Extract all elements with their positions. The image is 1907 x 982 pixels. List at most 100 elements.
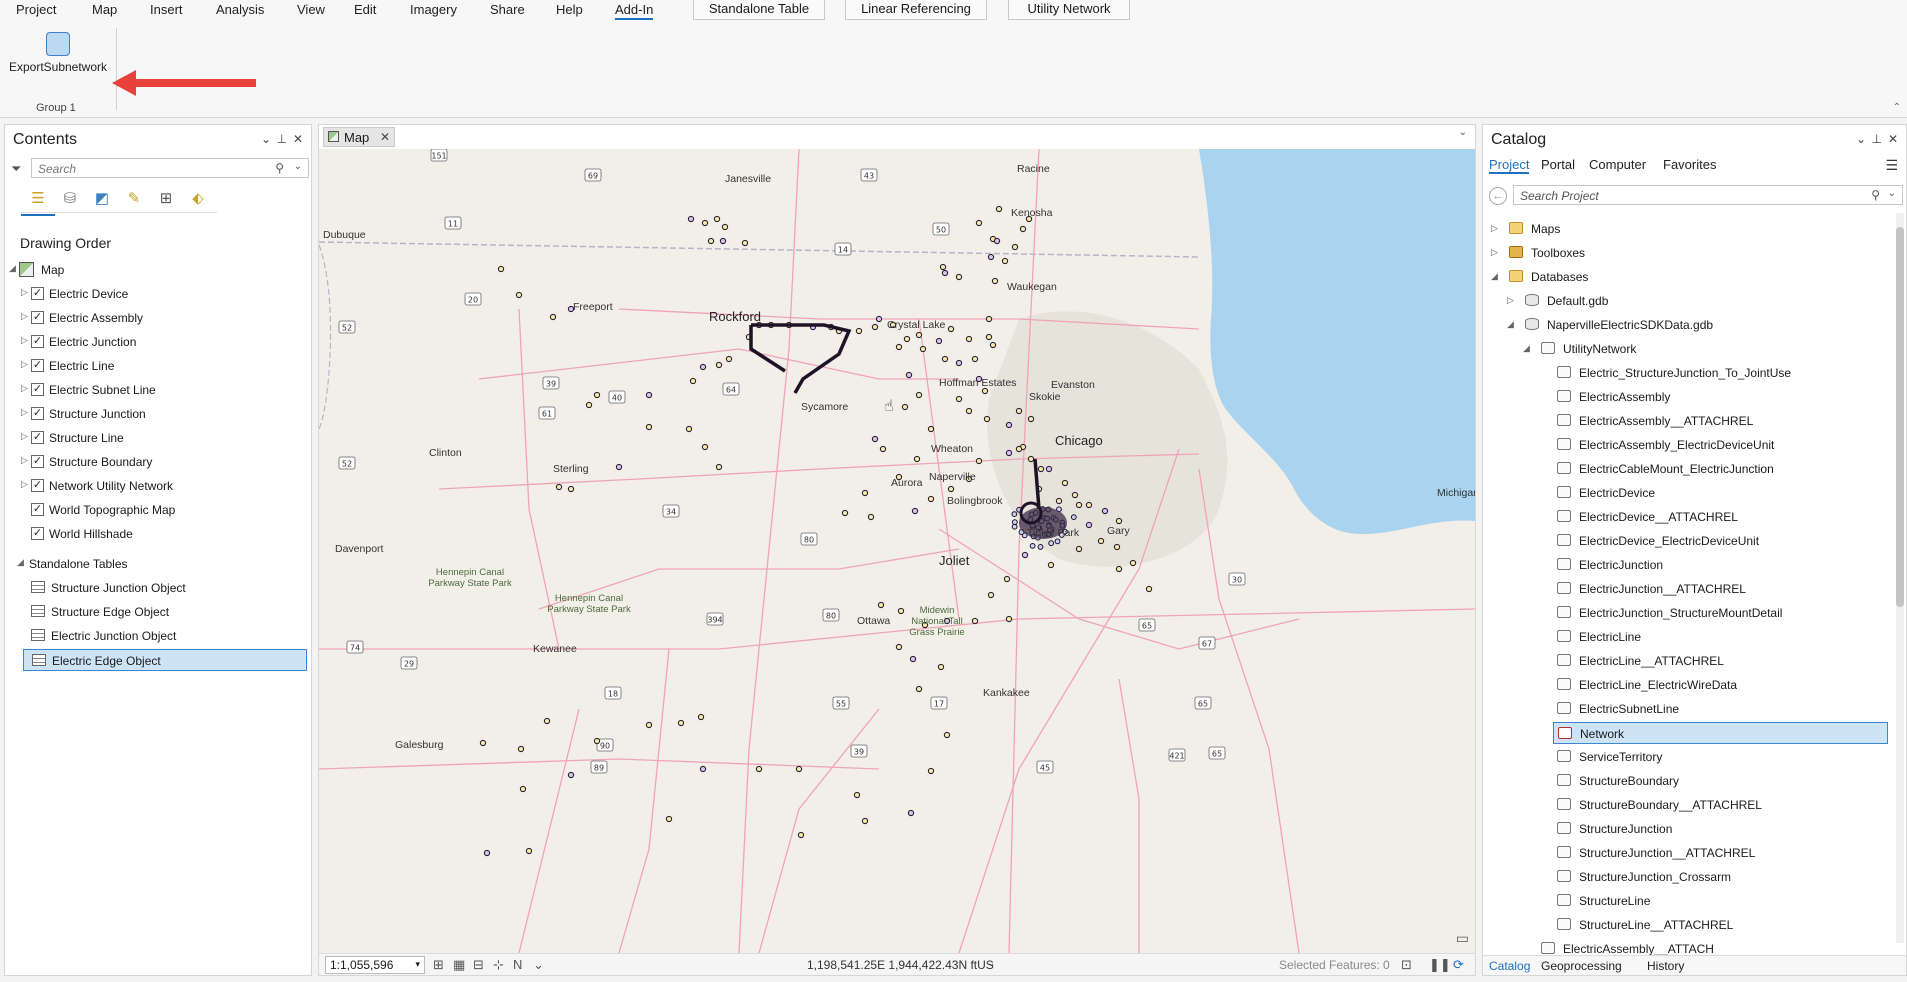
catalog-item[interactable]: StructureBoundary__ATTACHREL xyxy=(1483,794,1893,816)
expand-icon[interactable]: ▷ xyxy=(21,287,28,298)
catalog-item[interactable]: ElectricLine xyxy=(1483,626,1893,648)
pin-icon[interactable]: ⊥ xyxy=(1872,132,1882,146)
hamburger-menu-icon[interactable]: ☰ xyxy=(1885,157,1898,174)
layer-row[interactable]: ✓ World Hillshade xyxy=(5,523,311,545)
catalog-item[interactable]: ◢ Databases xyxy=(1483,266,1893,288)
list-by-selection-icon[interactable]: ◩ xyxy=(91,189,113,211)
catalog-tab-computer[interactable]: Computer xyxy=(1589,157,1646,172)
expand-icon[interactable]: ▷ xyxy=(21,383,28,394)
catalog-item[interactable]: ElectricDevice xyxy=(1483,482,1893,504)
bottom-tab-geoprocessing[interactable]: Geoprocessing xyxy=(1541,959,1622,973)
tab-imagery[interactable]: Imagery xyxy=(410,2,457,17)
layer-row[interactable]: ▷ ✓ Structure Line xyxy=(5,427,311,449)
standalone-table-row[interactable]: Electric Edge Object xyxy=(23,649,307,671)
list-by-drawing-order-icon[interactable]: ☰ xyxy=(27,189,49,211)
catalog-item[interactable]: StructureJunction__ATTACHREL xyxy=(1483,842,1893,864)
list-by-editing-icon[interactable]: ✎ xyxy=(123,189,145,211)
catalog-item[interactable]: ElectricSubnetLine xyxy=(1483,698,1893,720)
catalog-item[interactable]: ▷ Toolboxes xyxy=(1483,242,1893,264)
layer-visibility-checkbox[interactable]: ✓ xyxy=(31,287,44,300)
tab-linear-referencing[interactable]: Linear Referencing xyxy=(845,0,987,20)
expand-icon[interactable]: ▷ xyxy=(1491,223,1498,234)
close-icon[interactable]: ✕ xyxy=(293,132,303,146)
scrollbar-thumb[interactable] xyxy=(1896,227,1904,607)
layer-visibility-checkbox[interactable]: ✓ xyxy=(31,407,44,420)
catalog-item[interactable]: ◢ NapervilleElectricSDKData.gdb xyxy=(1483,314,1893,336)
layer-visibility-checkbox[interactable]: ✓ xyxy=(31,479,44,492)
layer-row[interactable]: ▷ ✓ Electric Line xyxy=(5,355,311,377)
catalog-item[interactable]: Electric_StructureJunction_To_JointUse xyxy=(1483,362,1893,384)
expand-icon[interactable]: ▷ xyxy=(1507,295,1514,306)
expand-icon[interactable]: ▷ xyxy=(21,479,28,490)
expand-icon[interactable]: ▷ xyxy=(21,455,28,466)
catalog-item[interactable]: StructureLine__ATTACHREL xyxy=(1483,914,1893,936)
catalog-item[interactable]: ElectricLine_ElectricWireData xyxy=(1483,674,1893,696)
snapping-icon[interactable]: ⊹ xyxy=(493,957,504,973)
catalog-item[interactable]: StructureBoundary xyxy=(1483,770,1893,792)
map-tools-icon[interactable]: ▭ xyxy=(1456,930,1469,947)
catalog-tab-portal[interactable]: Portal xyxy=(1541,157,1575,172)
layer-row[interactable]: ▷ ✓ Electric Device xyxy=(5,283,311,305)
catalog-item[interactable]: ◢ UtilityNetwork xyxy=(1483,338,1893,360)
layer-row[interactable]: ▷ ✓ Network Utility Network xyxy=(5,475,311,497)
search-icon[interactable]: ⚲ xyxy=(275,161,284,175)
catalog-item[interactable]: ▷ Default.gdb xyxy=(1483,290,1893,312)
tab-edit[interactable]: Edit xyxy=(354,2,376,17)
layer-row[interactable]: ▷ ✓ Structure Boundary xyxy=(5,451,311,473)
catalog-item[interactable]: Network xyxy=(1553,722,1888,744)
filter-icon[interactable]: ⏷ xyxy=(11,161,21,177)
catalog-item[interactable]: ElectricJunction xyxy=(1483,554,1893,576)
tab-analysis[interactable]: Analysis xyxy=(216,2,264,17)
expand-icon[interactable]: ▷ xyxy=(21,335,28,346)
export-subnetwork-button[interactable]: ExportSubnetwork xyxy=(6,28,110,86)
list-by-snapping-icon[interactable]: ⊞ xyxy=(155,189,177,211)
layer-row[interactable]: ▷ ✓ Structure Junction xyxy=(5,403,311,425)
expand-icon[interactable]: ◢ xyxy=(9,263,16,274)
map-view-tab[interactable]: Map ✕ xyxy=(323,127,395,147)
list-by-labeling-icon[interactable]: ⬖ xyxy=(187,189,209,211)
collapse-ribbon-icon[interactable]: ⌃ xyxy=(1893,102,1901,113)
refresh-icon[interactable]: ⟳ xyxy=(1453,957,1464,973)
bottom-tab-catalog[interactable]: Catalog xyxy=(1489,959,1530,973)
tab-standalone-table[interactable]: Standalone Table xyxy=(693,0,825,20)
map-canvas[interactable]: 151 69 43 11 14 50 20 52 39 64 40 61 52 34 80 80 30 394 65… xyxy=(319,149,1475,953)
standalone-table-row[interactable]: Structure Junction Object xyxy=(5,577,311,599)
chevron-down-icon[interactable]: ⌄ xyxy=(1888,188,1896,199)
standalone-table-row[interactable]: Electric Junction Object xyxy=(5,625,311,647)
tab-project[interactable]: Project xyxy=(16,2,56,17)
tab-view[interactable]: View xyxy=(297,2,325,17)
layer-row[interactable]: ✓ World Topographic Map xyxy=(5,499,311,521)
catalog-search-input[interactable]: Search Project ⚲ ⌄ xyxy=(1513,185,1903,205)
close-icon[interactable]: ✕ xyxy=(380,130,390,144)
scale-selector[interactable]: 1:1,055,596 ▾ xyxy=(325,956,425,974)
contents-search-input[interactable]: Search ⚲ ⌄ xyxy=(31,158,309,178)
catalog-item[interactable]: ElectricLine__ATTACHREL xyxy=(1483,650,1893,672)
layer-visibility-checkbox[interactable]: ✓ xyxy=(31,335,44,348)
list-by-source-icon[interactable]: ⛁ xyxy=(59,189,81,211)
tab-insert[interactable]: Insert xyxy=(150,2,183,17)
standalone-tables-node[interactable]: ◢ Standalone Tables xyxy=(5,553,311,575)
layer-row[interactable]: ▷ ✓ Electric Subnet Line xyxy=(5,379,311,401)
pause-icon[interactable]: ❚❚ xyxy=(1429,957,1451,973)
layer-visibility-checkbox[interactable]: ✓ xyxy=(31,311,44,324)
chevron-down-icon[interactable]: ⌄ xyxy=(1459,127,1467,138)
catalog-item[interactable]: ElectricJunction_StructureMountDetail xyxy=(1483,602,1893,624)
layer-row[interactable]: ▷ ✓ Electric Junction xyxy=(5,331,311,353)
layer-visibility-checkbox[interactable]: ✓ xyxy=(31,503,44,516)
expand-icon[interactable]: ▷ xyxy=(21,359,28,370)
catalog-scrollbar[interactable] xyxy=(1896,213,1904,943)
collapse-icon[interactable]: ◢ xyxy=(1491,271,1498,282)
expand-icon[interactable]: ◢ xyxy=(17,557,24,568)
tab-share[interactable]: Share xyxy=(490,2,525,17)
pane-menu-icon[interactable]: ⌄ xyxy=(1856,132,1866,146)
layer-visibility-checkbox[interactable]: ✓ xyxy=(31,527,44,540)
layer-visibility-checkbox[interactable]: ✓ xyxy=(31,383,44,396)
grid-icon[interactable]: ▦ xyxy=(453,957,465,973)
layer-row[interactable]: ▷ ✓ Electric Assembly xyxy=(5,307,311,329)
catalog-item[interactable]: ElectricJunction__ATTACHREL xyxy=(1483,578,1893,600)
chevron-down-icon[interactable]: ⌄ xyxy=(533,957,544,973)
fixed-zoom-icon[interactable]: ⊞ xyxy=(433,957,444,973)
catalog-item[interactable]: ElectricAssembly_ElectricDeviceUnit xyxy=(1483,434,1893,456)
standalone-table-row[interactable]: Structure Edge Object xyxy=(5,601,311,623)
catalog-tab-favorites[interactable]: Favorites xyxy=(1663,157,1716,172)
